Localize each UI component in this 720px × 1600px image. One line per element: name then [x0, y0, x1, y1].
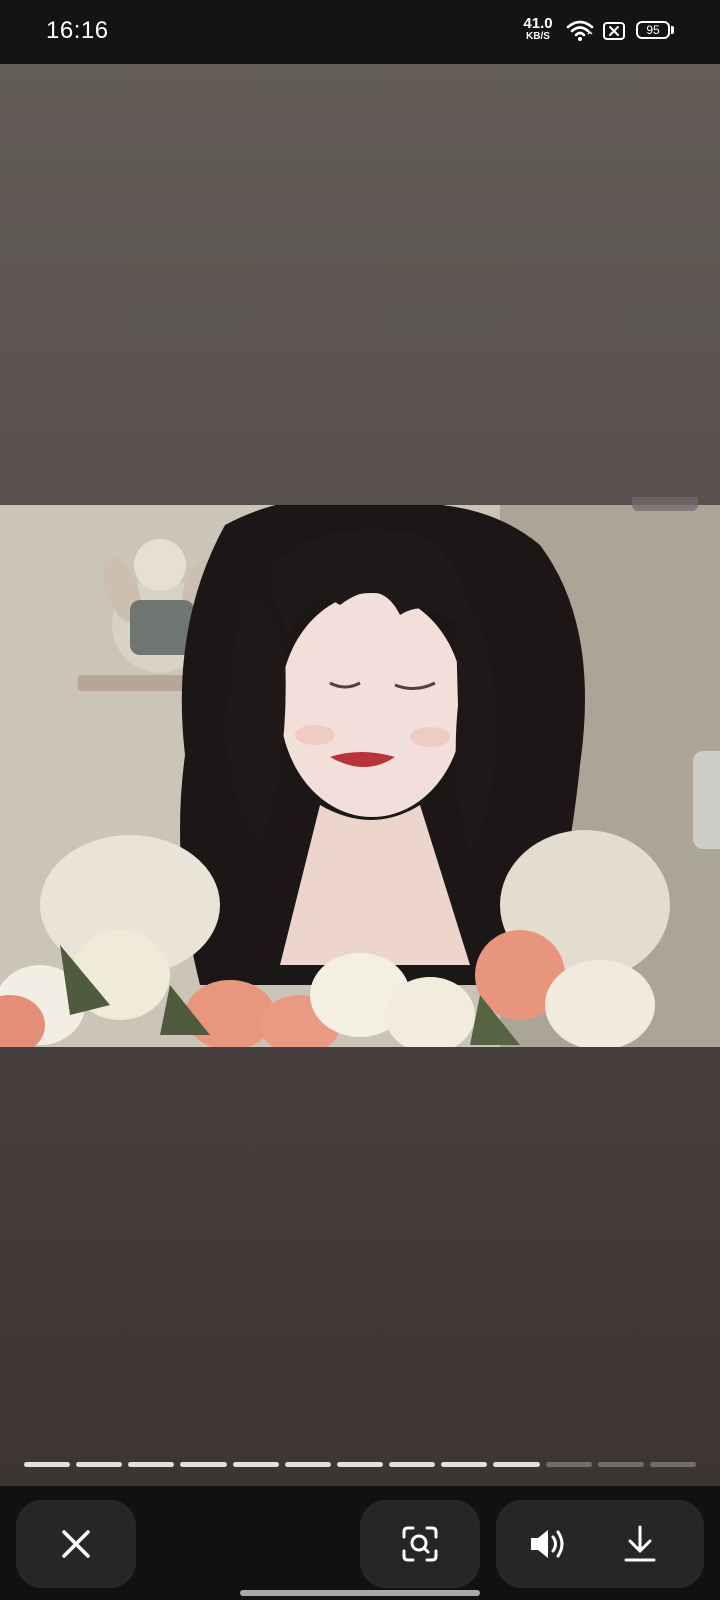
- progress-segment: [24, 1462, 71, 1467]
- progress-segment: [545, 1462, 592, 1467]
- close-button[interactable]: [16, 1500, 136, 1588]
- story-progress: [24, 1462, 697, 1468]
- network-speed-value: 41.0: [523, 15, 553, 32]
- status-time: 16:16: [46, 17, 109, 44]
- bottom-bar: [0, 1486, 720, 1600]
- battery-tip: [671, 26, 674, 34]
- media-actions: [496, 1500, 704, 1588]
- battery-level: 95: [636, 21, 670, 39]
- battery-icon: 95: [636, 21, 674, 39]
- network-speed: 41.0 KB/S: [520, 16, 556, 42]
- progress-segment: [284, 1462, 331, 1467]
- progress-segment: [441, 1462, 488, 1467]
- visual-search-button[interactable]: [360, 1500, 480, 1588]
- wifi-icon: [566, 20, 594, 47]
- side-handle[interactable]: [693, 751, 720, 849]
- photo[interactable]: [0, 505, 720, 1047]
- speaker-icon: [531, 1530, 564, 1558]
- network-speed-unit: KB/S: [526, 31, 550, 42]
- photo-info-chip: [632, 497, 698, 511]
- close-icon: [62, 1530, 90, 1558]
- sound-button[interactable]: [518, 1514, 578, 1574]
- progress-segment: [493, 1462, 540, 1467]
- download-icon: [624, 1525, 656, 1562]
- progress-segment: [389, 1462, 436, 1467]
- progress-segment: [128, 1462, 175, 1467]
- progress-segment: [232, 1462, 279, 1467]
- status-bar: 16:16 41.0 KB/S 95: [0, 0, 720, 64]
- progress-segment: [76, 1462, 123, 1467]
- scan-search-icon: [402, 1526, 438, 1562]
- download-button[interactable]: [610, 1514, 670, 1574]
- sim-card-icon: [603, 22, 625, 45]
- media-viewer[interactable]: [0, 64, 720, 1486]
- home-indicator[interactable]: [240, 1590, 480, 1596]
- progress-segment: [597, 1462, 644, 1467]
- progress-segment: [336, 1462, 384, 1467]
- photo-illustration: [0, 505, 720, 1047]
- progress-segment: [180, 1462, 227, 1467]
- progress-segment: [649, 1462, 697, 1467]
